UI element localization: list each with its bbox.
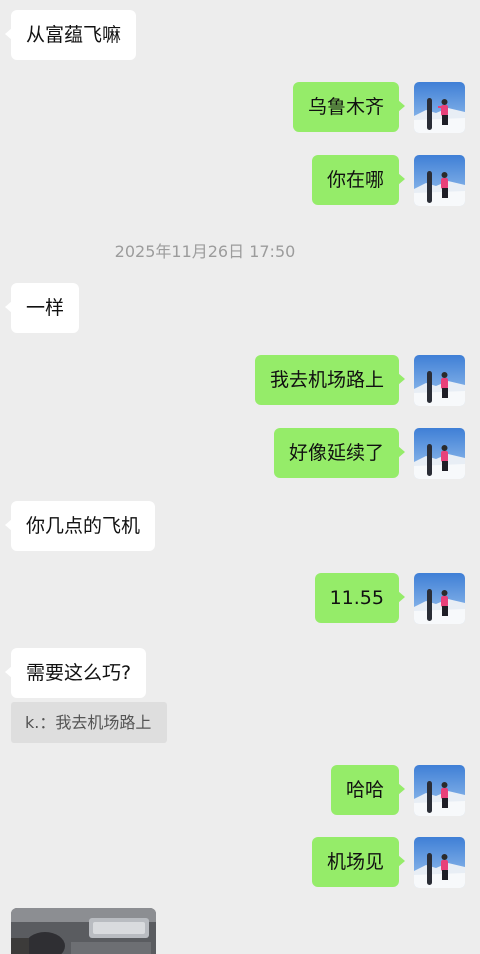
quoted-message-reference[interactable]: k.：我去机场路上 — [11, 702, 168, 743]
chat-scroll-area[interactable]: 从富蕴飞嘛 乌鲁木齐 你在哪 2025年11月26日 17:50 一样 我去机场… — [0, 0, 480, 954]
snowboarder-avatar-icon — [414, 837, 465, 888]
snowboarder-avatar-icon — [414, 428, 465, 479]
snowboarder-avatar-icon — [414, 573, 465, 624]
message-bubble-sent[interactable]: 机场见 — [311, 837, 406, 887]
message-bubble-sent[interactable]: 好像延续了 — [273, 428, 406, 478]
message-bubble-received[interactable]: 一样 — [4, 283, 80, 333]
self-avatar[interactable] — [414, 82, 465, 133]
photo-message[interactable] — [11, 908, 156, 954]
snowboarder-avatar-icon — [414, 765, 465, 816]
self-avatar[interactable] — [414, 428, 465, 479]
message-bubble-sent[interactable]: 哈哈 — [330, 765, 406, 815]
message-bubble-received[interactable]: 需要这么巧? — [4, 648, 147, 698]
car-interior-photo-icon — [11, 908, 156, 954]
self-avatar[interactable] — [414, 837, 465, 888]
message-bubble-sent[interactable]: 你在哪 — [311, 155, 406, 205]
timestamp-divider: 2025年11月26日 17:50 — [114, 242, 296, 261]
message-bubble-received[interactable]: 你几点的飞机 — [4, 501, 156, 551]
message-bubble-sent[interactable]: 我去机场路上 — [254, 355, 406, 405]
self-avatar[interactable] — [414, 355, 465, 406]
self-avatar[interactable] — [414, 765, 465, 816]
snowboarder-avatar-icon — [414, 82, 465, 133]
message-bubble-sent[interactable]: 乌鲁木齐 — [292, 82, 406, 132]
message-bubble-received[interactable]: 从富蕴飞嘛 — [4, 10, 137, 60]
self-avatar[interactable] — [414, 573, 465, 624]
self-avatar[interactable] — [414, 155, 465, 206]
snowboarder-avatar-icon — [414, 355, 465, 406]
message-bubble-sent[interactable]: 11.55 — [314, 573, 406, 623]
snowboarder-avatar-icon — [414, 155, 465, 206]
